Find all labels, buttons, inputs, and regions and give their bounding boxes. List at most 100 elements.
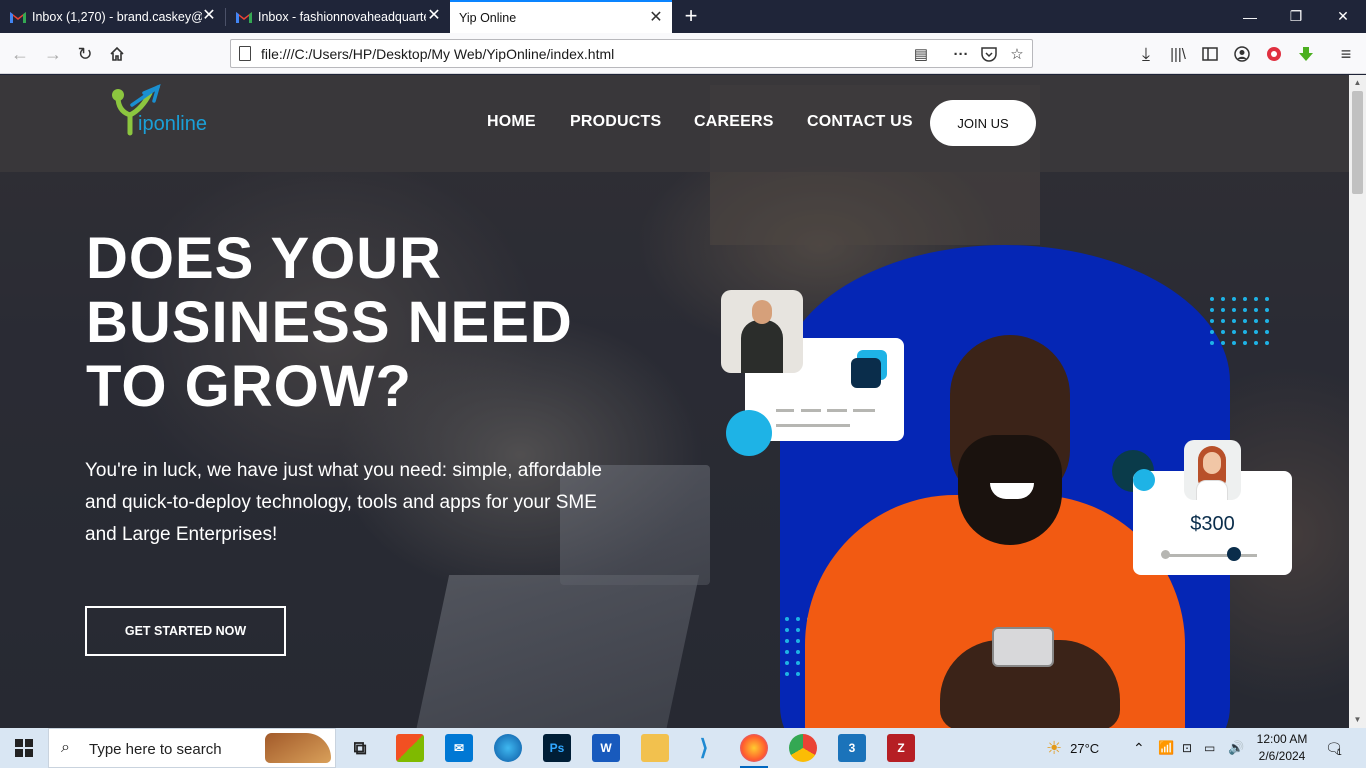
site-header: iponline HOME PRODUCTS CAREERS CONTACT U… (0, 75, 1349, 172)
hero-subtitle: You're in luck, we have just what you ne… (85, 460, 602, 545)
slider-track (1163, 554, 1257, 557)
avatar-man-photo (721, 290, 803, 373)
task-view-icon[interactable]: ⧉ (346, 734, 374, 762)
page-actions-icon[interactable]: ··· (951, 44, 971, 64)
clock-date: 2/6/2024 (1258, 749, 1306, 763)
weather-icon: ☀ (1046, 737, 1063, 758)
store-icon[interactable] (396, 734, 424, 762)
hero-title-line: TO GROW? (86, 354, 412, 419)
placeholder-line (801, 409, 821, 412)
logo-text: iponline (138, 113, 207, 135)
chrome-icon[interactable] (789, 734, 817, 762)
photoshop-icon[interactable]: Ps (543, 734, 571, 762)
tab-gmail-inbox-1[interactable]: Inbox (1,270) - brand.caskey@gmail.com ✕ (0, 0, 225, 33)
tab-yip-online[interactable]: Yip Online ✕ (450, 0, 672, 33)
notification-count: 1 (1336, 747, 1342, 757)
url-text[interactable]: file:///C:/Users/HP/Desktop/My Web/YipOn… (261, 46, 614, 62)
price-amount: $300 (1190, 513, 1235, 535)
show-hidden-icons-icon[interactable]: ⌃ (1133, 728, 1145, 768)
reader-view-icon[interactable]: ▤ (911, 44, 931, 64)
tab-title: Yip Online (459, 10, 517, 25)
page-icon (239, 46, 251, 61)
new-tab-button[interactable]: + (680, 4, 702, 28)
tab-title: Inbox - fashionnovaheadquarters (258, 9, 426, 24)
downloads-icon[interactable]: ⤓ (1133, 41, 1159, 67)
nav-products[interactable]: PRODUCTS (570, 113, 661, 131)
pocket-icon[interactable] (979, 44, 999, 64)
reload-icon[interactable]: ↻ (72, 41, 98, 67)
edge-icon[interactable] (494, 734, 522, 762)
weather-temp: 27°C (1070, 740, 1100, 756)
tab-close-icon[interactable]: ✕ (201, 8, 217, 24)
restore-icon[interactable]: ❐ (1273, 0, 1319, 33)
taskbar-search-box[interactable]: ⌕ Type here to search (48, 728, 336, 768)
placeholder-line (853, 409, 875, 412)
meet-now-icon[interactable]: ⊡ (1182, 728, 1192, 768)
gmail-icon (236, 11, 252, 23)
square-decoration (851, 358, 881, 388)
word-icon[interactable]: W (592, 734, 620, 762)
slider-min-knob (1161, 550, 1170, 559)
windows-start-icon[interactable] (0, 728, 48, 768)
menu-hamburger-icon[interactable]: ≡ (1333, 41, 1359, 67)
volume-icon[interactable]: 🔊 (1228, 728, 1244, 768)
circle-decoration (726, 410, 772, 456)
placeholder-line (776, 409, 794, 412)
nav-contact-us[interactable]: CONTACT US (807, 113, 913, 131)
scroll-down-arrow-icon[interactable]: ▼ (1349, 712, 1366, 728)
smartphone-image (992, 627, 1054, 667)
sidebar-icon[interactable] (1197, 41, 1223, 67)
library-icon[interactable]: |||\ (1165, 41, 1191, 67)
network-icon[interactable]: 📶 (1158, 728, 1174, 768)
css3-icon[interactable]: 3 (838, 734, 866, 762)
home-icon[interactable] (104, 41, 130, 67)
tab-title: Inbox (1,270) - brand.caskey@gmail.com (32, 9, 202, 24)
avatar-woman-photo (1184, 440, 1241, 500)
filezilla-icon[interactable]: Z (887, 734, 915, 762)
forward-arrow-icon[interactable]: → (40, 41, 66, 67)
web-page: iponline HOME PRODUCTS CAREERS CONTACT U… (0, 75, 1349, 728)
join-us-button[interactable]: JOIN US (930, 100, 1036, 146)
account-icon[interactable] (1229, 41, 1255, 67)
minimize-icon[interactable]: — (1227, 0, 1273, 33)
tab-close-icon[interactable]: ✕ (426, 8, 442, 24)
window-close-icon[interactable]: ✕ (1320, 0, 1366, 33)
nav-careers[interactable]: CAREERS (694, 113, 774, 131)
get-started-button[interactable]: GET STARTED NOW (85, 606, 286, 656)
placeholder-line (827, 409, 847, 412)
scroll-up-arrow-icon[interactable]: ▲ (1349, 75, 1366, 91)
hero-title-line: BUSINESS NEED (86, 290, 573, 355)
vscode-icon[interactable]: ⟩ (690, 734, 718, 762)
placeholder-line (776, 424, 850, 427)
page-scrollbar[interactable]: ▲ ▼ (1349, 75, 1366, 728)
browser-tab-strip: Inbox (1,270) - brand.caskey@gmail.com ✕… (0, 0, 1366, 33)
notifications-icon[interactable]: 🗨 1 (1325, 728, 1343, 768)
extension-red-icon[interactable] (1261, 41, 1287, 67)
firefox-icon[interactable] (740, 734, 768, 768)
hero-title: DOES YOUR BUSINESS NEED TO GROW? (86, 227, 686, 419)
extension-download-icon[interactable] (1293, 41, 1319, 67)
avatar-top (1196, 480, 1228, 500)
avatar-suit (741, 320, 783, 373)
slider-knob (1227, 547, 1242, 561)
system-clock[interactable]: 12:00 AM 2/6/2024 (1250, 731, 1314, 765)
circle-decoration (1133, 469, 1155, 491)
tab-close-icon[interactable]: ✕ (648, 10, 664, 26)
search-icon: ⌕ (61, 739, 70, 756)
scrollbar-thumb[interactable] (1352, 91, 1363, 194)
gmail-icon (10, 11, 26, 23)
battery-icon[interactable]: ▭ (1204, 728, 1215, 768)
back-arrow-icon[interactable]: ← (7, 41, 33, 67)
browser-toolbar: ← → ↻ file:///C:/Users/HP/Desktop/My Web… (0, 33, 1366, 74)
bookmark-star-icon[interactable]: ☆ (1007, 44, 1027, 64)
tab-gmail-inbox-2[interactable]: Inbox - fashionnovaheadquarters ✕ (226, 0, 450, 33)
nav-home[interactable]: HOME (487, 113, 536, 131)
hero-title-line: DOES YOUR (86, 226, 443, 291)
mail-icon[interactable]: ✉ (445, 734, 473, 762)
clock-time: 12:00 AM (1256, 732, 1308, 746)
file-explorer-icon[interactable] (641, 734, 669, 762)
dot-grid-decoration (1210, 297, 1269, 345)
background-laptop (410, 575, 700, 728)
weather-widget[interactable]: ☀ 27°C (1046, 728, 1099, 768)
address-bar[interactable]: file:///C:/Users/HP/Desktop/My Web/YipOn… (230, 39, 1033, 68)
